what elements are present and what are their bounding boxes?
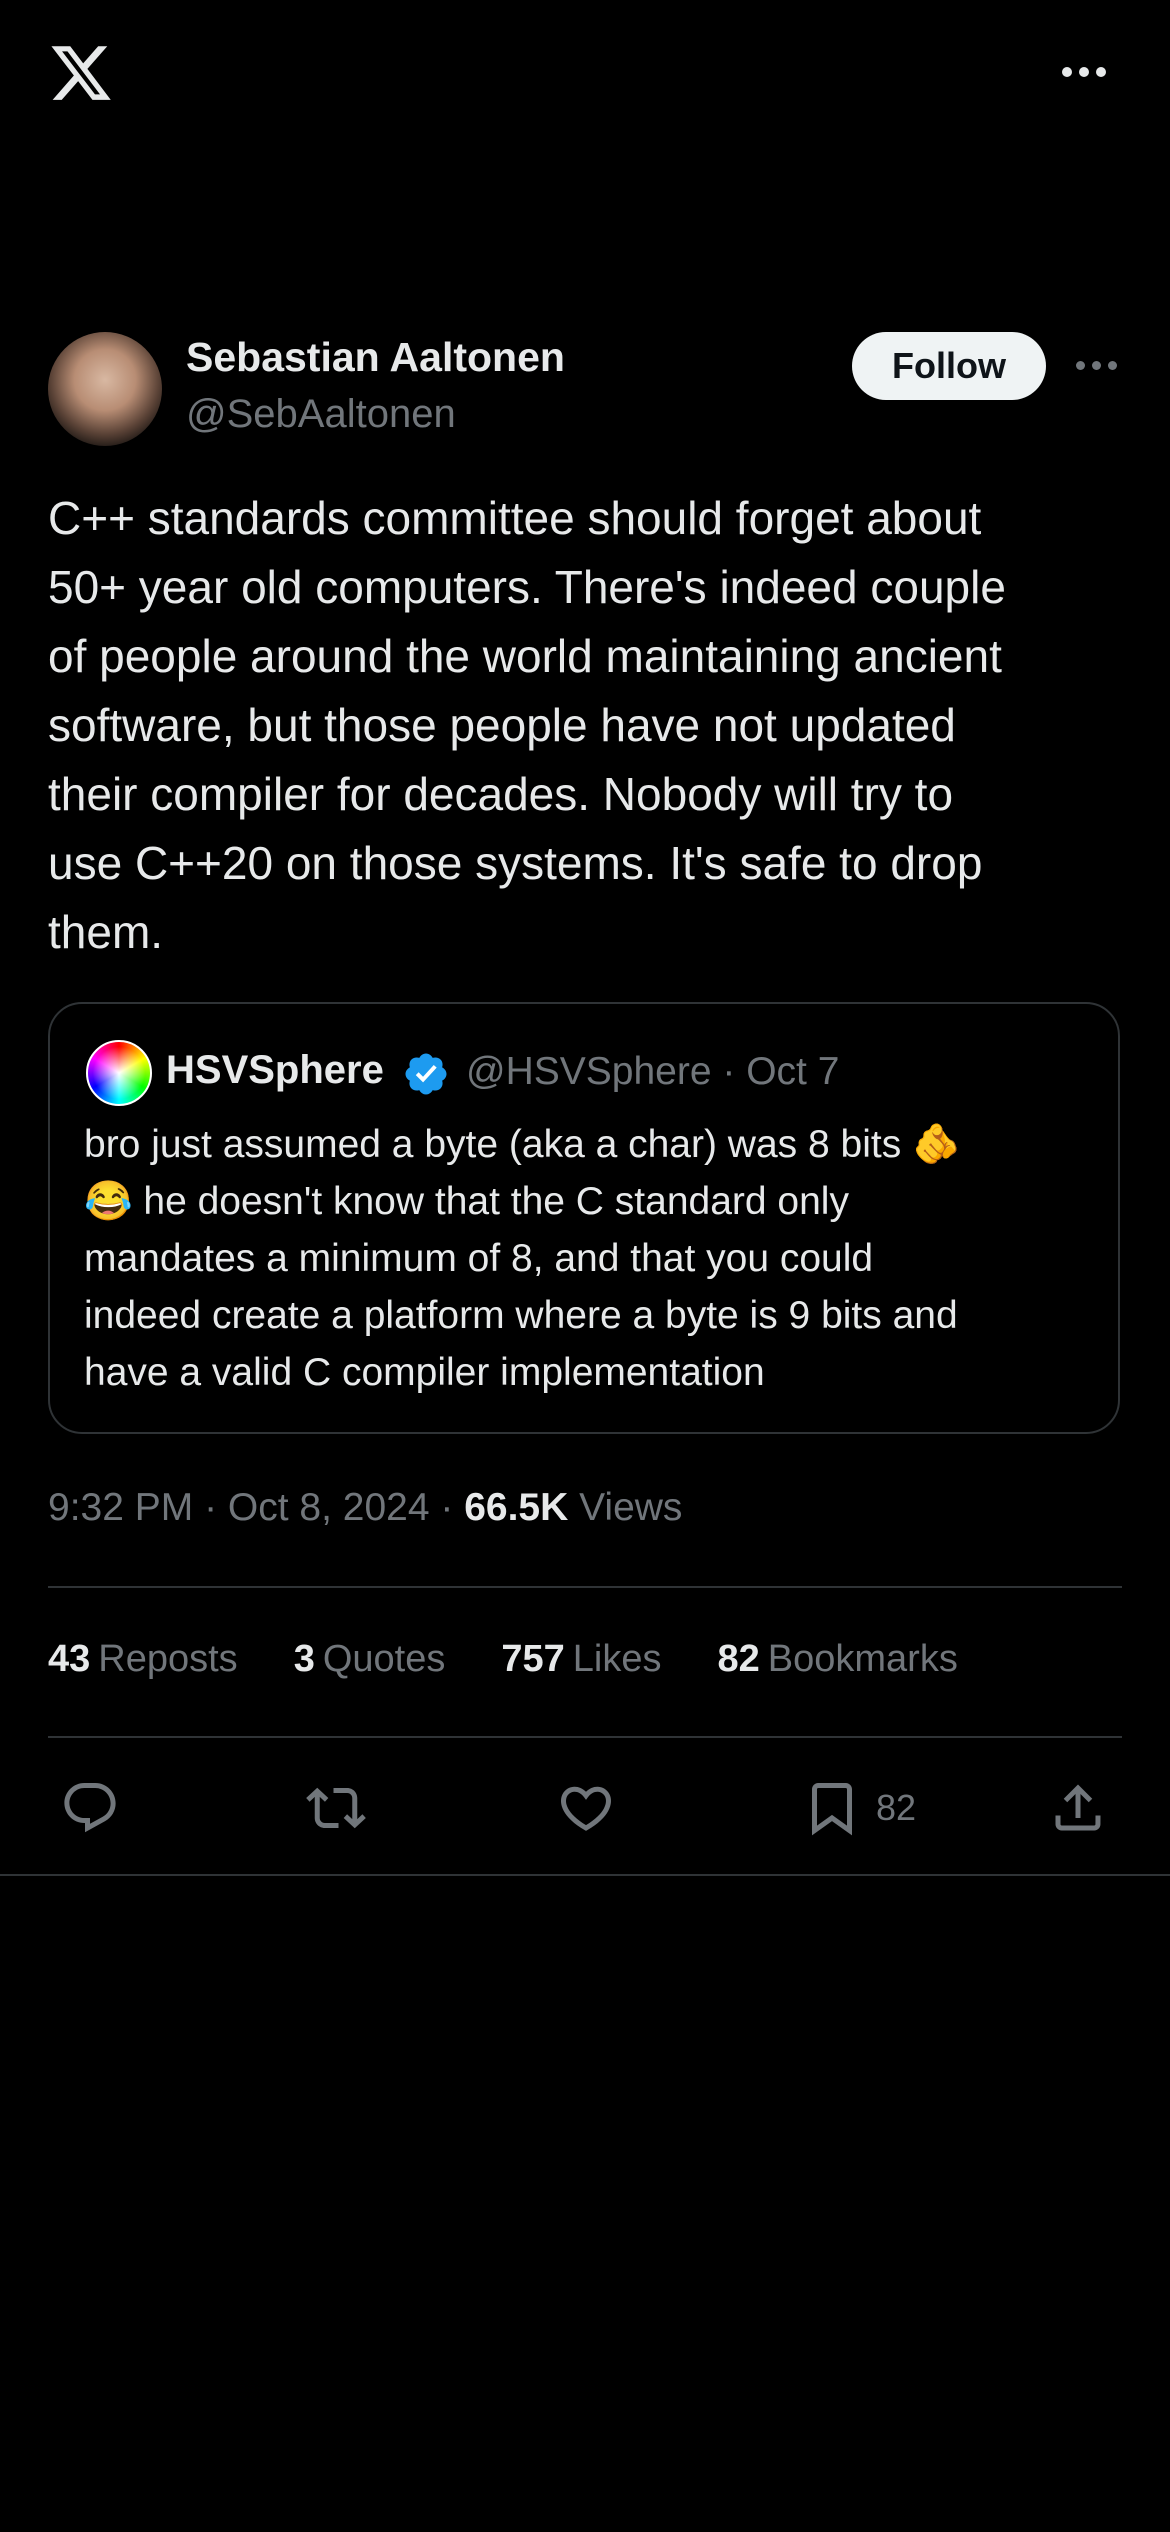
divider xyxy=(48,1586,1122,1588)
avatar[interactable] xyxy=(48,332,162,446)
share-button[interactable] xyxy=(1048,1776,1108,1840)
quotes-stat[interactable]: 3 Quotes xyxy=(294,1638,446,1681)
author-name[interactable]: Sebastian Aaltonen xyxy=(186,334,565,381)
reply-icon xyxy=(64,1783,116,1833)
tweet-more-icon[interactable] xyxy=(1076,358,1118,374)
divider xyxy=(0,1874,1170,1876)
tweet-timestamp[interactable]: 9:32 PM · Oct 8, 2024 · xyxy=(48,1486,464,1529)
engagement-stats: 43 Reposts 3 Quotes 757 Likes 82 Bookmarks xyxy=(48,1638,958,1681)
likes-stat[interactable]: 757 Likes xyxy=(501,1638,661,1681)
repost-button[interactable] xyxy=(306,1776,366,1840)
tweet-meta: 9:32 PM · Oct 8, 2024 · 66.5K Views xyxy=(48,1486,682,1530)
x-logo-icon[interactable] xyxy=(46,40,116,106)
tweet-text: C++ standards committee should forget ab… xyxy=(48,492,1006,958)
verified-badge-icon xyxy=(405,1053,447,1095)
quote-author-name: HSVSphere xyxy=(166,1048,384,1092)
quote-text: bro just assumed a byte (aka a char) was… xyxy=(84,1123,961,1394)
bookmark-icon xyxy=(812,1783,852,1836)
like-button[interactable] xyxy=(556,1776,616,1840)
top-bar xyxy=(0,0,1170,150)
more-horizontal-icon[interactable] xyxy=(1062,62,1106,84)
bookmark-button[interactable]: 82 xyxy=(802,1776,916,1840)
views-count: 66.5K xyxy=(464,1486,569,1529)
bookmark-count: 82 xyxy=(876,1787,917,1828)
reposts-stat[interactable]: 43 Reposts xyxy=(48,1638,238,1681)
share-icon xyxy=(1055,1784,1101,1831)
quote-handle-date: @HSVSphere · Oct 7 xyxy=(466,1050,840,1093)
views-label: Views xyxy=(568,1486,683,1529)
repost-icon xyxy=(306,1787,366,1829)
quoted-tweet[interactable]: HSVSphere @HSVSphere · Oct 7 bro just as… xyxy=(48,1002,1120,1434)
quote-avatar xyxy=(86,1040,152,1106)
divider xyxy=(48,1736,1122,1738)
follow-button[interactable]: Follow xyxy=(852,332,1046,400)
bookmarks-stat[interactable]: 82 Bookmarks xyxy=(717,1638,957,1681)
heart-icon xyxy=(560,1786,612,1831)
author-handle[interactable]: @SebAaltonen xyxy=(186,392,456,437)
reply-button[interactable] xyxy=(60,1776,120,1840)
